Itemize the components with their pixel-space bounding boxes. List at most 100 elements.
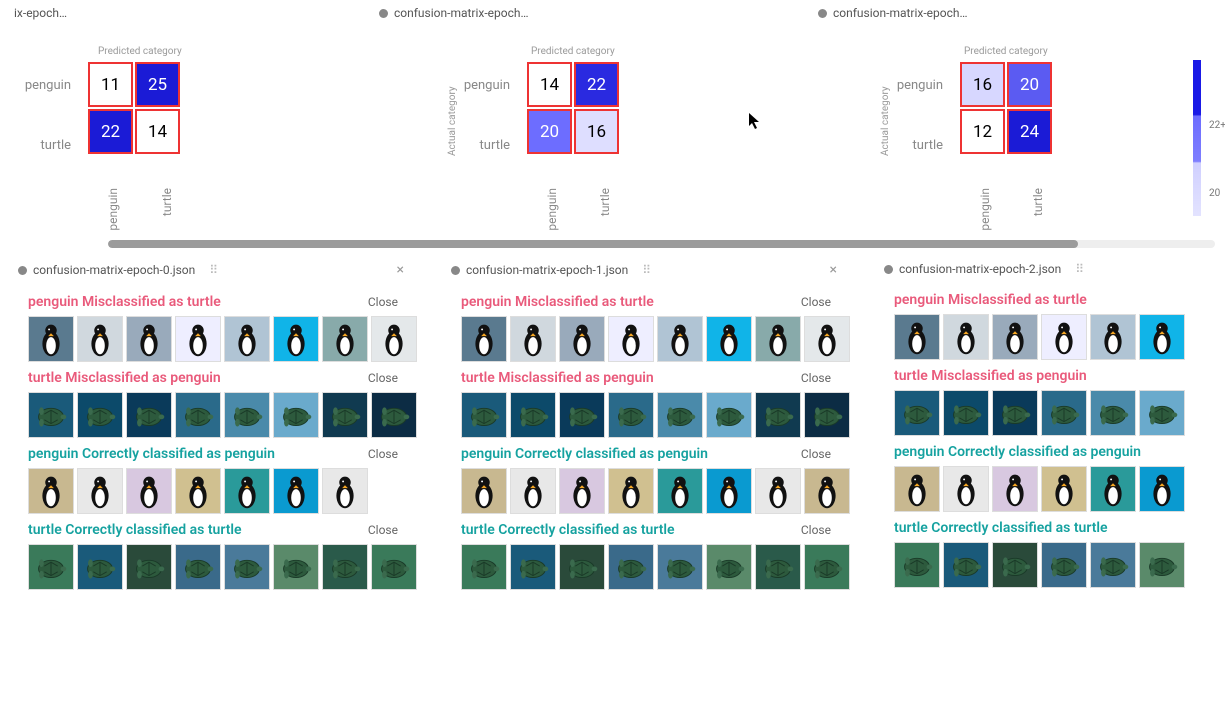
image-thumb[interactable] [706, 316, 752, 362]
image-thumb[interactable] [461, 316, 507, 362]
thumb-row[interactable] [28, 392, 418, 438]
close-tab-button[interactable]: × [389, 262, 412, 278]
cell-0-0[interactable]: 11 [88, 62, 133, 107]
image-thumb[interactable] [126, 544, 172, 590]
close-tab-button[interactable]: × [822, 262, 845, 278]
image-thumb[interactable] [804, 316, 850, 362]
cell-1-1[interactable]: 24 [1007, 109, 1052, 154]
image-thumb[interactable] [608, 468, 654, 514]
image-thumb[interactable] [273, 544, 319, 590]
image-thumb[interactable] [804, 544, 850, 590]
image-thumb[interactable] [224, 392, 270, 438]
cell-1-0[interactable]: 20 [527, 109, 572, 154]
image-thumb[interactable] [657, 392, 703, 438]
image-thumb[interactable] [510, 392, 556, 438]
image-thumb[interactable] [755, 316, 801, 362]
image-thumb[interactable] [371, 544, 417, 590]
image-thumb[interactable] [1090, 466, 1136, 512]
close-group-button[interactable]: Close [368, 523, 398, 537]
drag-handle-icon[interactable]: ⠿ [209, 263, 220, 277]
cell-0-0[interactable]: 16 [960, 62, 1005, 107]
image-thumb[interactable] [273, 316, 319, 362]
image-thumb[interactable] [224, 316, 270, 362]
image-thumb[interactable] [175, 544, 221, 590]
image-thumb[interactable] [992, 390, 1038, 436]
image-thumb[interactable] [77, 316, 123, 362]
scrollbar-thumb[interactable] [108, 240, 1078, 248]
detail-tab-1[interactable]: confusion-matrix-epoch-1.json ⠿ × [433, 256, 851, 288]
image-thumb[interactable] [992, 542, 1038, 588]
image-thumb[interactable] [77, 392, 123, 438]
image-thumb[interactable] [126, 316, 172, 362]
image-thumb[interactable] [755, 392, 801, 438]
image-thumb[interactable] [804, 392, 850, 438]
drag-handle-icon[interactable]: ⠿ [1075, 262, 1086, 276]
thumb-row[interactable] [894, 466, 1206, 512]
image-thumb[interactable] [510, 316, 556, 362]
image-thumb[interactable] [755, 468, 801, 514]
tab-1[interactable]: confusion-matrix-epoch… [379, 6, 529, 20]
image-thumb[interactable] [559, 392, 605, 438]
thumb-row[interactable] [28, 468, 418, 514]
close-group-button[interactable]: Close [368, 447, 398, 461]
image-thumb[interactable] [322, 392, 368, 438]
cell-0-1[interactable]: 22 [574, 62, 619, 107]
close-group-button[interactable]: Close [801, 447, 831, 461]
image-thumb[interactable] [175, 468, 221, 514]
thumb-row[interactable] [461, 316, 851, 362]
image-thumb[interactable] [126, 392, 172, 438]
image-thumb[interactable] [943, 314, 989, 360]
image-thumb[interactable] [657, 544, 703, 590]
image-thumb[interactable] [510, 468, 556, 514]
image-thumb[interactable] [461, 392, 507, 438]
image-thumb[interactable] [1139, 390, 1185, 436]
image-thumb[interactable] [992, 314, 1038, 360]
image-thumb[interactable] [1139, 466, 1185, 512]
image-thumb[interactable] [992, 466, 1038, 512]
image-thumb[interactable] [322, 316, 368, 362]
tab-0[interactable]: ix-epoch… [14, 6, 67, 20]
image-thumb[interactable] [28, 392, 74, 438]
cell-1-1[interactable]: 14 [135, 109, 180, 154]
image-thumb[interactable] [461, 544, 507, 590]
image-thumb[interactable] [273, 468, 319, 514]
thumb-row[interactable] [28, 544, 418, 590]
image-thumb[interactable] [608, 316, 654, 362]
image-thumb[interactable] [657, 468, 703, 514]
confusion-matrix-0[interactable]: 11 25 22 14 [88, 62, 180, 154]
cell-1-0[interactable]: 22 [88, 109, 133, 154]
image-thumb[interactable] [1041, 390, 1087, 436]
image-thumb[interactable] [28, 468, 74, 514]
cell-0-1[interactable]: 25 [135, 62, 180, 107]
image-thumb[interactable] [657, 316, 703, 362]
thumb-row[interactable] [28, 316, 418, 362]
image-thumb[interactable] [1139, 314, 1185, 360]
image-thumb[interactable] [322, 544, 368, 590]
image-thumb[interactable] [1041, 542, 1087, 588]
image-thumb[interactable] [943, 542, 989, 588]
thumb-row[interactable] [894, 314, 1206, 360]
image-thumb[interactable] [1090, 314, 1136, 360]
image-thumb[interactable] [559, 468, 605, 514]
image-thumb[interactable] [559, 544, 605, 590]
image-thumb[interactable] [371, 392, 417, 438]
close-group-button[interactable]: Close [801, 523, 831, 537]
drag-handle-icon[interactable]: ⠿ [642, 263, 653, 277]
image-thumb[interactable] [608, 392, 654, 438]
image-thumb[interactable] [1041, 314, 1087, 360]
image-thumb[interactable] [1139, 542, 1185, 588]
image-thumb[interactable] [894, 466, 940, 512]
thumb-row[interactable] [894, 542, 1206, 588]
image-thumb[interactable] [1090, 390, 1136, 436]
image-thumb[interactable] [322, 468, 368, 514]
image-thumb[interactable] [1041, 466, 1087, 512]
image-thumb[interactable] [706, 392, 752, 438]
thumb-row[interactable] [461, 544, 851, 590]
confusion-matrix-1[interactable]: 14 22 20 16 [527, 62, 619, 154]
close-group-button[interactable]: Close [801, 371, 831, 385]
image-thumb[interactable] [894, 390, 940, 436]
image-thumb[interactable] [461, 468, 507, 514]
image-thumb[interactable] [706, 544, 752, 590]
confusion-matrix-2[interactable]: 16 20 12 24 [960, 62, 1052, 154]
image-thumb[interactable] [943, 390, 989, 436]
